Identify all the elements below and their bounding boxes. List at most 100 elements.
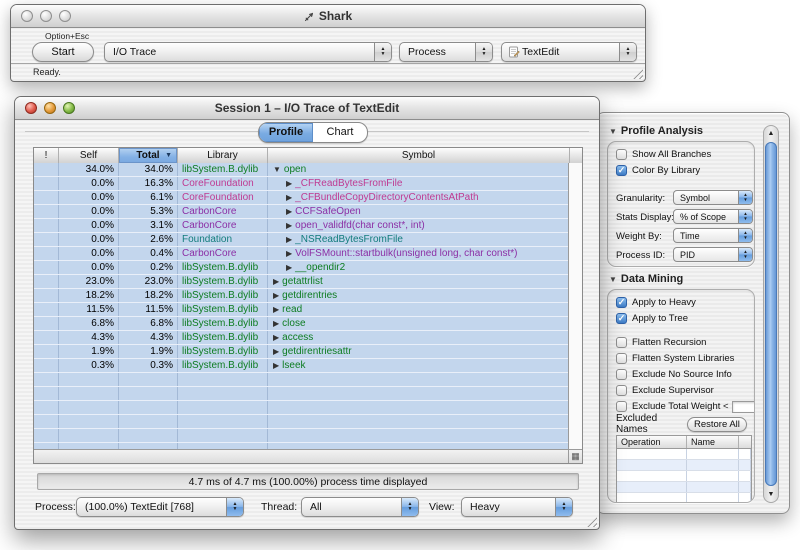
column-header-operation[interactable]: Operation <box>617 436 687 448</box>
disclosure-collapsed-icon[interactable]: ▶ <box>286 193 292 202</box>
table-row[interactable]: 0.0% 16.3% CoreFoundation ▶ _CFReadBytesFrom… <box>34 177 571 191</box>
excluded-table-row[interactable] <box>617 493 751 502</box>
checkbox-checked[interactable]: ✓ <box>616 297 627 308</box>
disclosure-collapsed-icon[interactable]: ▶ <box>273 333 279 342</box>
column-header-alert[interactable]: ! <box>34 148 59 163</box>
process-id-popup[interactable]: PID ▲ ▼ <box>673 247 753 262</box>
checkbox-unchecked[interactable] <box>616 369 627 380</box>
table-row[interactable]: 23.0% 23.0% libSystem.B.dylib ▶ getattrlist <box>34 275 571 289</box>
checkbox-unchecked[interactable] <box>616 385 627 396</box>
popup-stepper-icon: ▲ ▼ <box>738 248 752 261</box>
scroll-down-arrow-icon[interactable]: ▼ <box>764 488 778 501</box>
table-row[interactable]: 4.3% 4.3% libSystem.B.dylib ▶ access <box>34 331 571 345</box>
shark-titlebar[interactable]: Shark <box>11 5 645 28</box>
column-header-self[interactable]: Self <box>59 148 119 163</box>
section-disclosure-icon[interactable]: ▼ <box>609 127 617 136</box>
alert-cell <box>34 177 59 190</box>
table-row[interactable]: 6.8% 6.8% libSystem.B.dylib ▶ close <box>34 317 571 331</box>
down-arrow-icon: ▼ <box>232 506 238 512</box>
symbol-name: _CFReadBytesFromFile <box>295 178 403 189</box>
column-header-total[interactable]: Total ▼ <box>119 148 178 163</box>
table-row[interactable]: 0.0% 0.4% CarbonCore ▶ VolFSMount::startbulk… <box>34 247 571 261</box>
library-cell: libSystem.B.dylib <box>178 275 268 288</box>
table-row[interactable]: 0.0% 5.3% CarbonCore ▶ CCFSafeOpen <box>34 205 571 219</box>
table-horizontal-scrollbar[interactable]: ▦ <box>34 449 582 463</box>
checkbox-checked[interactable]: ✓ <box>616 165 627 176</box>
tab-profile[interactable]: Profile <box>259 123 313 142</box>
checkbox-unchecked[interactable] <box>616 337 627 348</box>
granularity-popup[interactable]: Symbol ▲ ▼ <box>673 190 753 205</box>
checkbox-label: Color By Library <box>632 165 701 176</box>
session-titlebar[interactable]: Session 1 – I/O Trace of TextEdit <box>15 97 599 120</box>
column-header-library[interactable]: Library <box>178 148 268 163</box>
disclosure-expanded-icon[interactable]: ▼ <box>273 165 281 174</box>
excluded-table-row[interactable] <box>617 482 751 493</box>
resize-grip[interactable] <box>585 515 597 527</box>
disclosure-collapsed-icon[interactable]: ▶ <box>273 361 279 370</box>
stats-display-popup[interactable]: % of Scope ▲ ▼ <box>673 209 753 224</box>
disclosure-collapsed-icon[interactable]: ▶ <box>273 277 279 286</box>
disclosure-collapsed-icon[interactable]: ▶ <box>286 179 292 188</box>
disclosure-collapsed-icon[interactable]: ▶ <box>286 263 292 272</box>
table-row[interactable]: 0.0% 3.1% CarbonCore ▶ open_validfd(char con… <box>34 219 571 233</box>
table-row[interactable]: 0.0% 2.6% Foundation ▶ _NSReadBytesFromFile <box>34 233 571 247</box>
process-selector-popup[interactable]: (100.0%) TextEdit [768] ▲ ▼ <box>76 497 244 517</box>
table-row[interactable]: 1.9% 1.9% libSystem.B.dylib ▶ getdirentriesa… <box>34 345 571 359</box>
popup-value: Time <box>680 230 700 241</box>
weight-by-popup[interactable]: Time ▲ ▼ <box>673 228 753 243</box>
table-row-empty[interactable] <box>34 415 571 429</box>
view-label: View: <box>429 501 455 513</box>
table-row-empty[interactable] <box>34 373 571 387</box>
process-popup[interactable]: TextEdit ▲ ▼ <box>501 42 637 62</box>
checkbox-checked[interactable]: ✓ <box>616 313 627 324</box>
disclosure-collapsed-icon[interactable]: ▶ <box>273 347 279 356</box>
column-header-name[interactable]: Name <box>687 436 739 448</box>
checkbox-unchecked[interactable] <box>616 401 627 412</box>
table-row-empty[interactable] <box>34 387 571 401</box>
disclosure-collapsed-icon[interactable]: ▶ <box>286 235 292 244</box>
view-selector-popup[interactable]: Heavy ▲ ▼ <box>461 497 573 517</box>
total-cell: 23.0% <box>119 275 178 288</box>
exclude-weight-input[interactable] <box>731 400 754 413</box>
disclosure-collapsed-icon[interactable]: ▶ <box>286 249 292 258</box>
disclosure-collapsed-icon[interactable]: ▶ <box>286 207 292 216</box>
checkbox-row: ✓ Color By Library <box>616 164 754 177</box>
disclosure-collapsed-icon[interactable]: ▶ <box>273 291 279 300</box>
table-row[interactable]: 0.0% 0.2% libSystem.B.dylib ▶ __opendir2 <box>34 261 571 275</box>
drawer-scrollbar[interactable]: ▲ ▼ <box>763 125 779 503</box>
checkbox-unchecked[interactable] <box>616 353 627 364</box>
popup-row: Weight By: Time ▲ ▼ <box>616 227 754 246</box>
column-options-icon[interactable]: ▦ <box>568 450 582 463</box>
disclosure-collapsed-icon[interactable]: ▶ <box>273 319 279 328</box>
excluded-table-row[interactable] <box>617 471 751 482</box>
column-header-symbol[interactable]: Symbol <box>268 148 570 163</box>
table-row[interactable]: 0.0% 6.1% CoreFoundation ▶ _CFBundleCopyDire… <box>34 191 571 205</box>
disclosure-collapsed-icon[interactable]: ▶ <box>286 221 292 230</box>
disclosure-collapsed-icon[interactable]: ▶ <box>273 305 279 314</box>
total-cell: 0.4% <box>119 247 178 260</box>
excluded-table-body <box>617 449 751 502</box>
target-popup[interactable]: Process ▲ ▼ <box>399 42 493 62</box>
scroll-up-arrow-icon[interactable]: ▲ <box>764 127 778 140</box>
section-disclosure-icon[interactable]: ▼ <box>609 275 617 284</box>
table-vertical-scrollbar[interactable] <box>568 163 582 450</box>
excluded-table-row[interactable] <box>617 460 751 471</box>
table-row-empty[interactable] <box>34 429 571 443</box>
thread-selector-popup[interactable]: All ▲ ▼ <box>301 497 419 517</box>
excluded-table-row[interactable] <box>617 449 751 460</box>
table-row[interactable]: 18.2% 18.2% libSystem.B.dylib ▶ getdirentrie… <box>34 289 571 303</box>
config-popup[interactable]: I/O Trace ▲ ▼ <box>104 42 392 62</box>
start-button[interactable]: Start <box>32 42 94 62</box>
popup-stepper-icon: ▲ ▼ <box>738 229 752 242</box>
table-row[interactable]: 34.0% 34.0% libSystem.B.dylib ▼ open <box>34 163 571 177</box>
library-cell: CarbonCore <box>178 205 268 218</box>
restore-all-button[interactable]: Restore All <box>686 416 747 432</box>
self-cell: 34.0% <box>59 163 119 176</box>
checkbox-unchecked[interactable] <box>616 149 627 160</box>
table-row-empty[interactable] <box>34 401 571 415</box>
table-row[interactable]: 11.5% 11.5% libSystem.B.dylib ▶ read <box>34 303 571 317</box>
table-row[interactable]: 0.3% 0.3% libSystem.B.dylib ▶ lseek <box>34 359 571 373</box>
scrollbar-thumb[interactable] <box>765 142 777 486</box>
tab-chart[interactable]: Chart <box>313 123 367 142</box>
